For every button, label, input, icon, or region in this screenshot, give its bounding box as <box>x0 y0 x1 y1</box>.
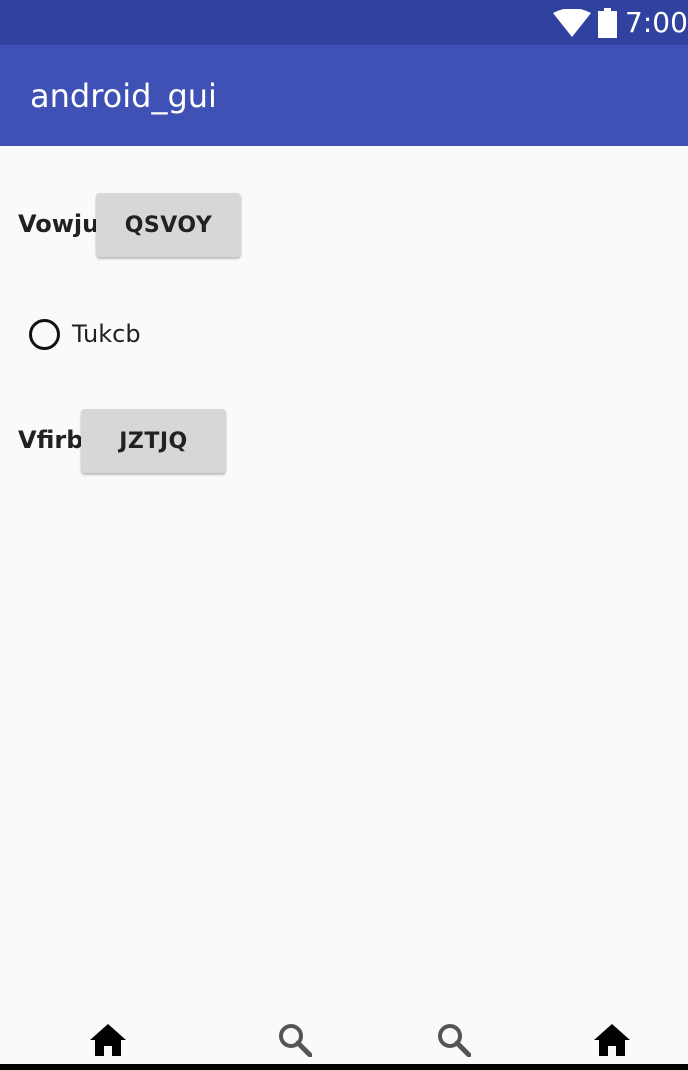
radio-circle-icon[interactable] <box>29 318 60 350</box>
nav-search-left[interactable] <box>275 1020 315 1060</box>
vfirb-label: Vfirb <box>18 426 84 454</box>
jztjq-button[interactable]: JZTJQ <box>81 409 226 473</box>
nav-search-right[interactable] <box>434 1020 474 1060</box>
screen: 7:00 android_gui Vowju QSVOY Tukcb Vfirb… <box>0 0 688 1070</box>
wifi-icon <box>553 9 591 37</box>
app-bar: android_gui <box>0 45 688 146</box>
nav-home-left[interactable] <box>88 1020 128 1060</box>
status-bar: 7:00 <box>0 0 688 45</box>
tukcb-radio[interactable]: Tukcb <box>29 314 141 354</box>
app-title: android_gui <box>30 77 217 115</box>
home-icon <box>90 1024 126 1056</box>
radio-label: Tukcb <box>72 320 141 348</box>
search-icon <box>438 1024 471 1057</box>
status-time: 7:00 <box>625 6 688 39</box>
home-icon <box>594 1024 630 1056</box>
search-icon <box>279 1024 312 1057</box>
bottom-divider <box>0 1064 688 1070</box>
battery-icon <box>598 8 617 38</box>
vowju-label: Vowju <box>18 210 100 238</box>
qsvoy-button[interactable]: QSVOY <box>96 193 241 257</box>
bottom-navigation <box>0 1012 688 1064</box>
nav-home-right[interactable] <box>592 1020 632 1060</box>
